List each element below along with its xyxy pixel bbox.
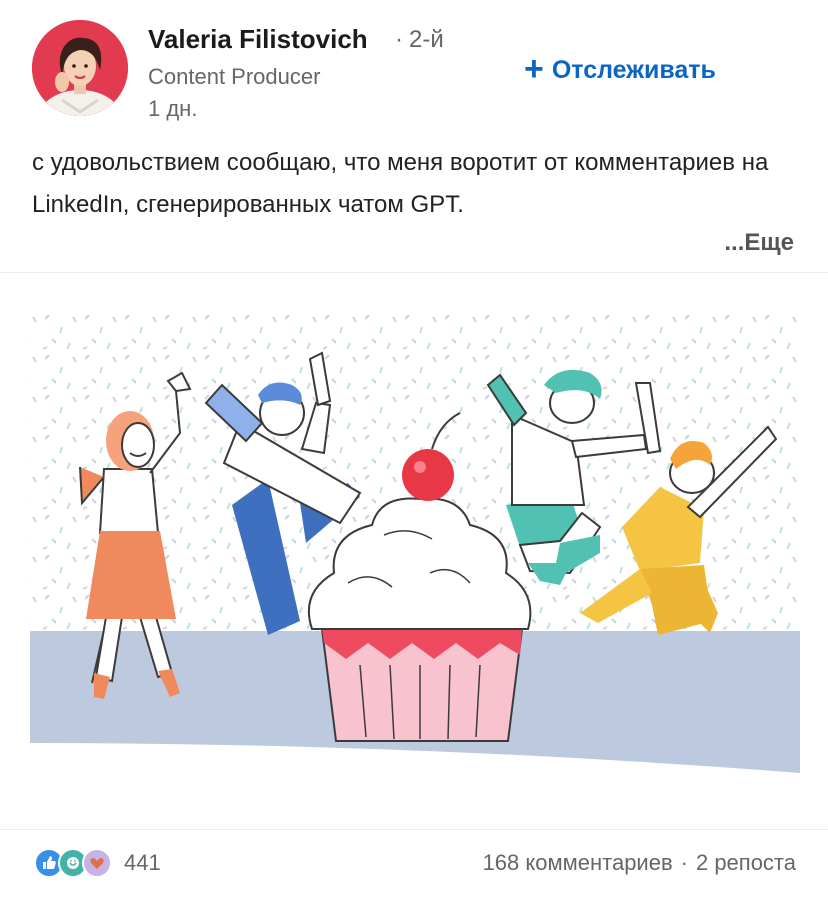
reactions-count: 441 (124, 850, 161, 875)
follow-button[interactable]: + Отслеживать (524, 52, 716, 88)
meta-separator: · (680, 850, 688, 875)
post-text: с удовольствием сообщаю, что меня вороти… (32, 149, 769, 218)
post-header: Valeria Filistovich · 2-й Content Produce… (0, 0, 828, 130)
love-icon (82, 848, 112, 878)
social-counts: 441 168 комментариев · 2 репоста (0, 830, 828, 900)
celebration-illustration (30, 313, 800, 773)
plus-icon: + (524, 49, 544, 88)
author-avatar[interactable] (32, 20, 128, 116)
comments-count[interactable]: 168 комментариев (483, 850, 673, 875)
post-image[interactable] (0, 272, 828, 830)
degree-label: 2-й (409, 26, 444, 53)
reposts-count[interactable]: 2 репоста (696, 850, 796, 875)
follow-label: Отслеживать (551, 55, 716, 84)
engagement-meta: 168 комментариев · 2 репоста (483, 850, 796, 876)
reactions-summary[interactable]: 441 (34, 848, 161, 878)
connection-degree: · 2-й (395, 26, 444, 53)
post-time: 1 дн. (148, 96, 198, 121)
author-headline: Content Producer (148, 64, 321, 89)
see-more-button[interactable]: ...Еще (718, 226, 794, 260)
author-name[interactable]: Valeria Filistovich (148, 24, 368, 55)
